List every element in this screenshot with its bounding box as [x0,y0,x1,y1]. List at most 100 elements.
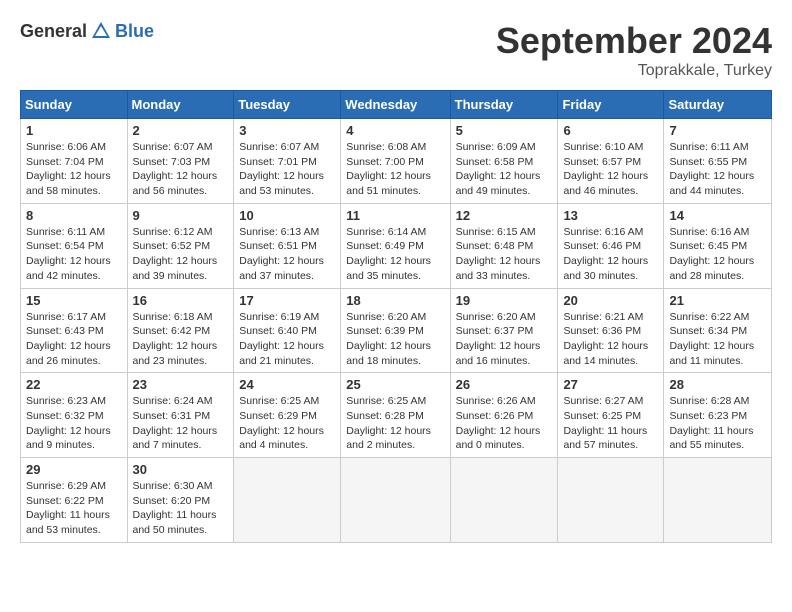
calendar-cell [558,458,664,543]
day-info: Sunrise: 6:29 AM Sunset: 6:22 PM Dayligh… [26,479,122,538]
day-number: 6 [563,123,658,138]
day-number: 29 [26,462,122,477]
day-info: Sunrise: 6:15 AM Sunset: 6:48 PM Dayligh… [456,225,553,284]
calendar-cell [341,458,450,543]
logo: General Blue [20,20,154,42]
calendar-header-monday: Monday [127,91,234,119]
day-info: Sunrise: 6:07 AM Sunset: 7:03 PM Dayligh… [133,140,229,199]
day-number: 8 [26,208,122,223]
calendar-cell: 16Sunrise: 6:18 AM Sunset: 6:42 PM Dayli… [127,288,234,373]
calendar-cell: 19 Sunrise: 6:20 AM Sunset: 6:37 PM Dayli… [450,288,558,373]
calendar-week-row-0: 1 Sunrise: 6:06 AM Sunset: 7:04 PM Daylig… [21,119,772,204]
calendar-cell: 14 Sunrise: 6:16 AM Sunset: 6:45 PM Dayli… [664,203,772,288]
logo-general-text: General [20,21,87,42]
calendar-table: SundayMondayTuesdayWednesdayThursdayFrid… [20,90,772,543]
day-number: 16 [133,293,229,308]
day-number: 11 [346,208,444,223]
day-info: Sunrise: 6:20 AM Sunset: 6:39 PM Dayligh… [346,310,444,369]
calendar-week-row-4: 29 Sunrise: 6:29 AM Sunset: 6:22 PM Dayli… [21,458,772,543]
calendar-cell: 27Sunrise: 6:27 AM Sunset: 6:25 PM Dayli… [558,373,664,458]
logo-icon [90,20,112,42]
calendar-cell: 21Sunrise: 6:22 AM Sunset: 6:34 PM Dayli… [664,288,772,373]
day-number: 19 [456,293,553,308]
calendar-cell: 15 Sunrise: 6:17 AM Sunset: 6:43 PM Dayli… [21,288,128,373]
calendar-cell: 2 Sunrise: 6:07 AM Sunset: 7:03 PM Daylig… [127,119,234,204]
day-info: Sunrise: 6:06 AM Sunset: 7:04 PM Dayligh… [26,140,122,199]
calendar-cell: 12 Sunrise: 6:15 AM Sunset: 6:48 PM Dayli… [450,203,558,288]
day-number: 14 [669,208,766,223]
calendar-header-friday: Friday [558,91,664,119]
calendar-cell: 24Sunrise: 6:25 AM Sunset: 6:29 PM Dayli… [234,373,341,458]
calendar-header-tuesday: Tuesday [234,91,341,119]
day-info: Sunrise: 6:30 AM Sunset: 6:20 PM Dayligh… [133,479,229,538]
calendar-cell: 25 Sunrise: 6:25 AM Sunset: 6:28 PM Dayli… [341,373,450,458]
month-title: September 2024 [496,20,772,62]
day-info: Sunrise: 6:20 AM Sunset: 6:37 PM Dayligh… [456,310,553,369]
calendar-cell: 22 Sunrise: 6:23 AM Sunset: 6:32 PM Dayli… [21,373,128,458]
day-number: 27 [563,377,658,392]
calendar-cell: 4Sunrise: 6:08 AM Sunset: 7:00 PM Daylig… [341,119,450,204]
page-header: General Blue September 2024 Toprakkale, … [20,20,772,80]
day-number: 15 [26,293,122,308]
day-number: 30 [133,462,229,477]
day-info: Sunrise: 6:16 AM Sunset: 6:46 PM Dayligh… [563,225,658,284]
day-info: Sunrise: 6:26 AM Sunset: 6:26 PM Dayligh… [456,394,553,453]
day-number: 18 [346,293,444,308]
calendar-cell [234,458,341,543]
day-number: 20 [563,293,658,308]
day-info: Sunrise: 6:11 AM Sunset: 6:55 PM Dayligh… [669,140,766,199]
day-info: Sunrise: 6:24 AM Sunset: 6:31 PM Dayligh… [133,394,229,453]
day-info: Sunrise: 6:17 AM Sunset: 6:43 PM Dayligh… [26,310,122,369]
calendar-week-row-2: 15 Sunrise: 6:17 AM Sunset: 6:43 PM Dayli… [21,288,772,373]
day-info: Sunrise: 6:11 AM Sunset: 6:54 PM Dayligh… [26,225,122,284]
day-number: 7 [669,123,766,138]
day-number: 25 [346,377,444,392]
day-number: 5 [456,123,553,138]
day-number: 10 [239,208,335,223]
day-number: 1 [26,123,122,138]
day-info: Sunrise: 6:10 AM Sunset: 6:57 PM Dayligh… [563,140,658,199]
calendar-cell: 7 Sunrise: 6:11 AM Sunset: 6:55 PM Daylig… [664,119,772,204]
calendar-cell: 30 Sunrise: 6:30 AM Sunset: 6:20 PM Dayli… [127,458,234,543]
day-number: 21 [669,293,766,308]
day-info: Sunrise: 6:09 AM Sunset: 6:58 PM Dayligh… [456,140,553,199]
calendar-cell: 29 Sunrise: 6:29 AM Sunset: 6:22 PM Dayli… [21,458,128,543]
calendar-header-saturday: Saturday [664,91,772,119]
calendar-cell: 3 Sunrise: 6:07 AM Sunset: 7:01 PM Daylig… [234,119,341,204]
day-number: 17 [239,293,335,308]
calendar-week-row-3: 22 Sunrise: 6:23 AM Sunset: 6:32 PM Dayli… [21,373,772,458]
calendar-cell: 13 Sunrise: 6:16 AM Sunset: 6:46 PM Dayli… [558,203,664,288]
calendar-cell: 26 Sunrise: 6:26 AM Sunset: 6:26 PM Dayli… [450,373,558,458]
day-info: Sunrise: 6:28 AM Sunset: 6:23 PM Dayligh… [669,394,766,453]
month-info: September 2024 Toprakkale, Turkey [496,20,772,80]
calendar-cell: 6 Sunrise: 6:10 AM Sunset: 6:57 PM Daylig… [558,119,664,204]
day-info: Sunrise: 6:25 AM Sunset: 6:28 PM Dayligh… [346,394,444,453]
calendar-cell [450,458,558,543]
day-number: 13 [563,208,658,223]
calendar-cell: 20Sunrise: 6:21 AM Sunset: 6:36 PM Dayli… [558,288,664,373]
calendar-cell: 18 Sunrise: 6:20 AM Sunset: 6:39 PM Dayli… [341,288,450,373]
calendar-cell: 9Sunrise: 6:12 AM Sunset: 6:52 PM Daylig… [127,203,234,288]
calendar-cell: 11 Sunrise: 6:14 AM Sunset: 6:49 PM Dayli… [341,203,450,288]
day-number: 23 [133,377,229,392]
day-info: Sunrise: 6:23 AM Sunset: 6:32 PM Dayligh… [26,394,122,453]
day-number: 2 [133,123,229,138]
calendar-cell: 17Sunrise: 6:19 AM Sunset: 6:40 PM Dayli… [234,288,341,373]
day-number: 12 [456,208,553,223]
day-number: 9 [133,208,229,223]
calendar-cell: 23 Sunrise: 6:24 AM Sunset: 6:31 PM Dayli… [127,373,234,458]
day-number: 22 [26,377,122,392]
day-number: 3 [239,123,335,138]
calendar-cell [664,458,772,543]
day-info: Sunrise: 6:14 AM Sunset: 6:49 PM Dayligh… [346,225,444,284]
calendar-cell: 5 Sunrise: 6:09 AM Sunset: 6:58 PM Daylig… [450,119,558,204]
calendar-cell: 1 Sunrise: 6:06 AM Sunset: 7:04 PM Daylig… [21,119,128,204]
logo-blue-text: Blue [115,21,154,42]
day-info: Sunrise: 6:13 AM Sunset: 6:51 PM Dayligh… [239,225,335,284]
day-number: 26 [456,377,553,392]
location: Toprakkale, Turkey [496,62,772,80]
day-info: Sunrise: 6:25 AM Sunset: 6:29 PM Dayligh… [239,394,335,453]
calendar-header-wednesday: Wednesday [341,91,450,119]
day-info: Sunrise: 6:07 AM Sunset: 7:01 PM Dayligh… [239,140,335,199]
day-info: Sunrise: 6:16 AM Sunset: 6:45 PM Dayligh… [669,225,766,284]
